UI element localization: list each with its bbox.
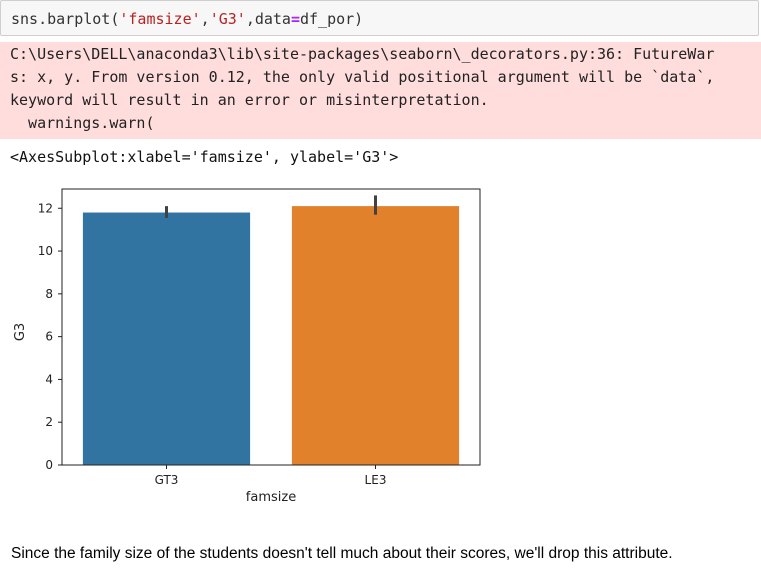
y-ticks-group: 0 2 4 6 8 10 12 [38,201,62,472]
code-arg-g3: 'G3' [209,10,246,28]
y-tick-label: 6 [45,330,53,344]
y-tick-label: 2 [45,415,53,429]
stderr-output: C:\Users\DELL\anaconda3\lib\site-package… [0,42,761,139]
stderr-line: C:\Users\DELL\anaconda3\lib\site-package… [10,45,715,63]
code-arg-df: df_por) [300,10,364,28]
x-tick-label: GT3 [155,473,179,487]
stderr-line: warnings.warn( [10,114,155,132]
y-tick-label: 8 [45,287,53,301]
code-equals: = [290,10,300,28]
y-tick-label: 4 [45,372,53,386]
markdown-paragraph: Since the family size of the students do… [11,545,673,562]
code-comma: , [200,10,210,28]
y-axis-label: G3 [13,323,28,341]
code-fn: sns.barplot( [11,10,120,28]
bar-chart: 0 2 4 6 8 10 12 GT3 LE3 famsize G3 [13,188,481,505]
x-ticks-group: GT3 LE3 [155,465,387,487]
execute-result-text: <AxesSubplot:xlabel='famsize', ylabel='G… [10,148,399,166]
code-arg-famsize: 'famsize' [119,10,201,28]
x-tick-label: LE3 [365,473,387,487]
code-cell[interactable]: sns.barplot('famsize','G3',data=df_por) [0,0,759,36]
y-tick-label: 10 [38,244,53,258]
x-axis-label: famsize [246,490,296,505]
y-tick-label: 0 [45,458,53,472]
code-data-kw: ,data [245,10,291,28]
stderr-line: keyword will result in an error or misin… [10,91,489,109]
bar-le3 [291,206,460,465]
y-tick-label: 12 [38,201,53,215]
bar-gt3 [82,212,251,465]
stderr-line: s: x, y. From version 0.12, the only val… [10,68,715,86]
code-line[interactable]: sns.barplot('famsize','G3',data=df_por) [11,9,363,29]
